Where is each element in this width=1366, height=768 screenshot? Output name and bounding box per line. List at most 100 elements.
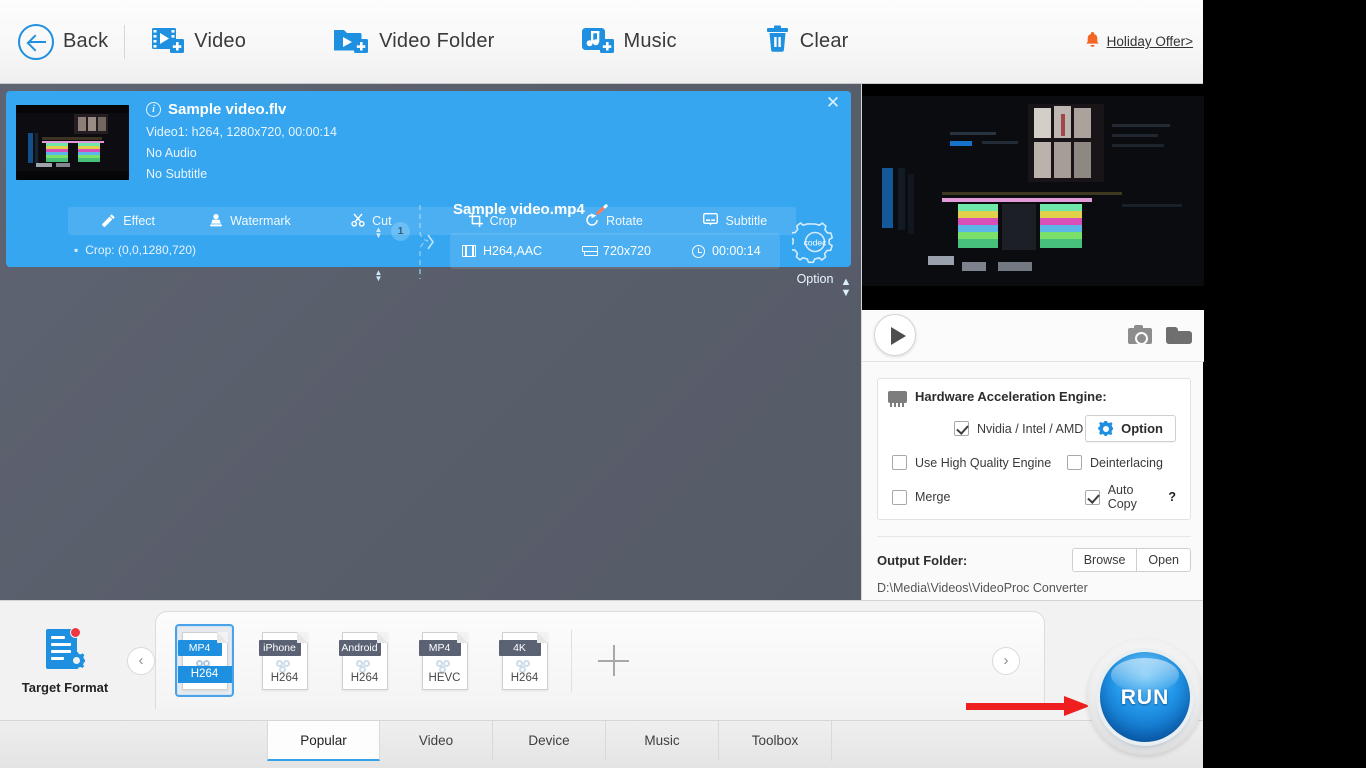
add-video-icon: [151, 24, 185, 59]
file-list-area: ✕ i Sample video.flv Video1: h264, 1280x…: [0, 84, 861, 600]
format-divider: [571, 630, 572, 692]
format-prev-button[interactable]: ‹: [127, 647, 155, 675]
stamp-icon: [209, 213, 223, 230]
gpu-checkbox-box[interactable]: [954, 421, 969, 436]
file-item-card[interactable]: ✕ i Sample video.flv Video1: h264, 1280x…: [6, 91, 851, 299]
toolbar-divider: [124, 24, 126, 59]
target-format-block[interactable]: Target Format: [18, 627, 112, 695]
edit-tab-crop[interactable]: Crop: [432, 207, 553, 235]
source-video-line: Video1: h264, 1280x720, 00:00:14: [146, 125, 337, 139]
gpu-row: Nvidia / Intel / AMD Option: [878, 415, 1190, 442]
browse-button[interactable]: Browse: [1071, 548, 1138, 572]
format-next-button[interactable]: ›: [992, 647, 1020, 675]
edit-tab-watermark-label: Watermark: [230, 214, 291, 228]
target-format-icon: [42, 627, 88, 673]
clear-button-label: Clear: [799, 30, 849, 52]
hardware-option-button[interactable]: Option: [1085, 415, 1176, 442]
hardware-title-label: Hardware Acceleration Engine:: [915, 389, 1107, 404]
high-quality-checkbox[interactable]: Use High Quality Engine: [892, 455, 1067, 470]
gpu-checkbox-label: Nvidia / Intel / AMD: [977, 421, 1084, 436]
source-audio-line: No Audio: [146, 146, 197, 160]
svg-text:codec: codec: [804, 238, 827, 248]
top-toolbar: Back Video Video Folder Music Clear Holi…: [0, 0, 1203, 84]
card-scroll-arrows[interactable]: ▲ ▼: [839, 277, 853, 299]
format-list: MP4 H264 iPhone H264 Android H264 MP4 HE…: [175, 624, 554, 697]
merge-checkbox[interactable]: Merge: [892, 483, 1057, 511]
annotation-arrow-icon: [966, 696, 1090, 716]
source-file-info: i Sample video.flv Video1: h264, 1280x72…: [146, 101, 386, 181]
folder-icon[interactable]: [1166, 327, 1192, 345]
info-icon[interactable]: i: [146, 102, 161, 117]
codec-option-button[interactable]: codec Option: [789, 221, 838, 286]
preview-frame: [862, 96, 1204, 298]
add-format-icon[interactable]: [598, 645, 630, 677]
target-format-label: Target Format: [21, 680, 109, 695]
edit-tab-watermark[interactable]: Watermark: [189, 207, 310, 235]
merge-row: Merge Auto Copy ?: [878, 483, 1190, 511]
bell-icon: [1085, 31, 1100, 53]
play-button[interactable]: [874, 314, 916, 356]
camera-icon[interactable]: [1128, 325, 1152, 345]
edit-tab-subtitle[interactable]: Subtitle: [675, 207, 796, 235]
format-item-mp4-hevc[interactable]: MP4 HEVC: [415, 624, 474, 697]
subtitle-track-stepper[interactable]: ▲ ▼: [374, 269, 383, 284]
format-item-4k-h264[interactable]: 4K H264: [495, 624, 554, 697]
right-panel: Hardware Acceleration Engine: Nvidia / I…: [861, 84, 1204, 600]
player-controls: [862, 310, 1204, 362]
format-codec: H264: [177, 665, 232, 683]
source-subtitle-line: No Subtitle: [146, 167, 208, 181]
tab-video[interactable]: Video: [380, 721, 493, 761]
edit-tab-cut[interactable]: Cut: [311, 207, 432, 235]
output-folder-section: Output Folder: Browse Open D:\Media\Vide…: [877, 536, 1191, 595]
add-music-button[interactable]: Music: [565, 12, 693, 72]
edit-tab-subtitle-label: Subtitle: [725, 214, 768, 228]
output-folder-header: Output Folder: Browse Open: [877, 548, 1191, 572]
auto-copy-checkbox[interactable]: Auto Copy ?: [1084, 483, 1176, 511]
add-video-button[interactable]: Video: [135, 12, 262, 72]
format-item-iphone-h264[interactable]: iPhone H264: [255, 624, 314, 697]
scroll-down-arrow[interactable]: ▼: [839, 288, 853, 299]
trash-icon: [765, 24, 791, 59]
category-tab-strip: Popular Video Device Music Toolbox: [0, 720, 1203, 768]
clear-button[interactable]: Clear: [749, 12, 865, 72]
deinterlacing-checkbox-box[interactable]: [1067, 455, 1082, 470]
remove-file-button[interactable]: ✕: [825, 95, 841, 112]
run-button[interactable]: RUN: [1100, 652, 1190, 742]
film-icon: [462, 245, 476, 257]
preview-player[interactable]: [862, 84, 1204, 310]
format-codec: H264: [350, 671, 379, 684]
holiday-offer-link[interactable]: Holiday Offer>: [1085, 31, 1193, 53]
codec-option-label: Option: [796, 272, 834, 286]
output-duration-value: 00:00:14: [712, 244, 761, 258]
add-video-folder-button[interactable]: Video Folder: [318, 12, 510, 72]
format-codec: HEVC: [428, 671, 461, 684]
tab-toolbox[interactable]: Toolbox: [719, 721, 832, 761]
edit-tab-cut-label: Cut: [372, 214, 392, 228]
back-button[interactable]: Back: [0, 12, 124, 72]
merge-checkbox-box[interactable]: [892, 489, 907, 505]
edit-tab-rotate[interactable]: Rotate: [553, 207, 674, 235]
auto-copy-help-icon[interactable]: ?: [1168, 490, 1176, 504]
format-item-android-h264[interactable]: Android H264: [335, 624, 394, 697]
output-folder-path[interactable]: D:\Media\Videos\VideoProc Converter: [877, 581, 1191, 595]
open-button[interactable]: Open: [1137, 548, 1191, 572]
edit-tab-effect[interactable]: Effect: [68, 207, 189, 235]
high-quality-checkbox-box[interactable]: [892, 455, 907, 470]
deinterlacing-checkbox[interactable]: Deinterlacing: [1067, 455, 1163, 470]
quality-row: Use High Quality Engine Deinterlacing: [878, 455, 1190, 470]
format-codec: H264: [510, 671, 539, 684]
edit-tab-rotate-label: Rotate: [606, 214, 643, 228]
chip-icon: [888, 390, 907, 407]
output-folder-label: Output Folder:: [877, 552, 968, 568]
format-tag: 4K: [498, 639, 541, 656]
tab-music[interactable]: Music: [606, 721, 719, 761]
file-thumbnail: [16, 105, 129, 180]
auto-copy-checkbox-box[interactable]: [1084, 489, 1100, 505]
format-item-mp4-h264[interactable]: MP4 H264: [175, 624, 234, 697]
tab-device[interactable]: Device: [493, 721, 606, 761]
merge-label: Merge: [915, 490, 951, 504]
holiday-offer-label: Holiday Offer>: [1106, 34, 1193, 49]
tab-popular[interactable]: Popular: [267, 721, 380, 761]
add-video-folder-icon: [333, 24, 370, 59]
gpu-checkbox[interactable]: Nvidia / Intel / AMD: [954, 421, 1083, 436]
